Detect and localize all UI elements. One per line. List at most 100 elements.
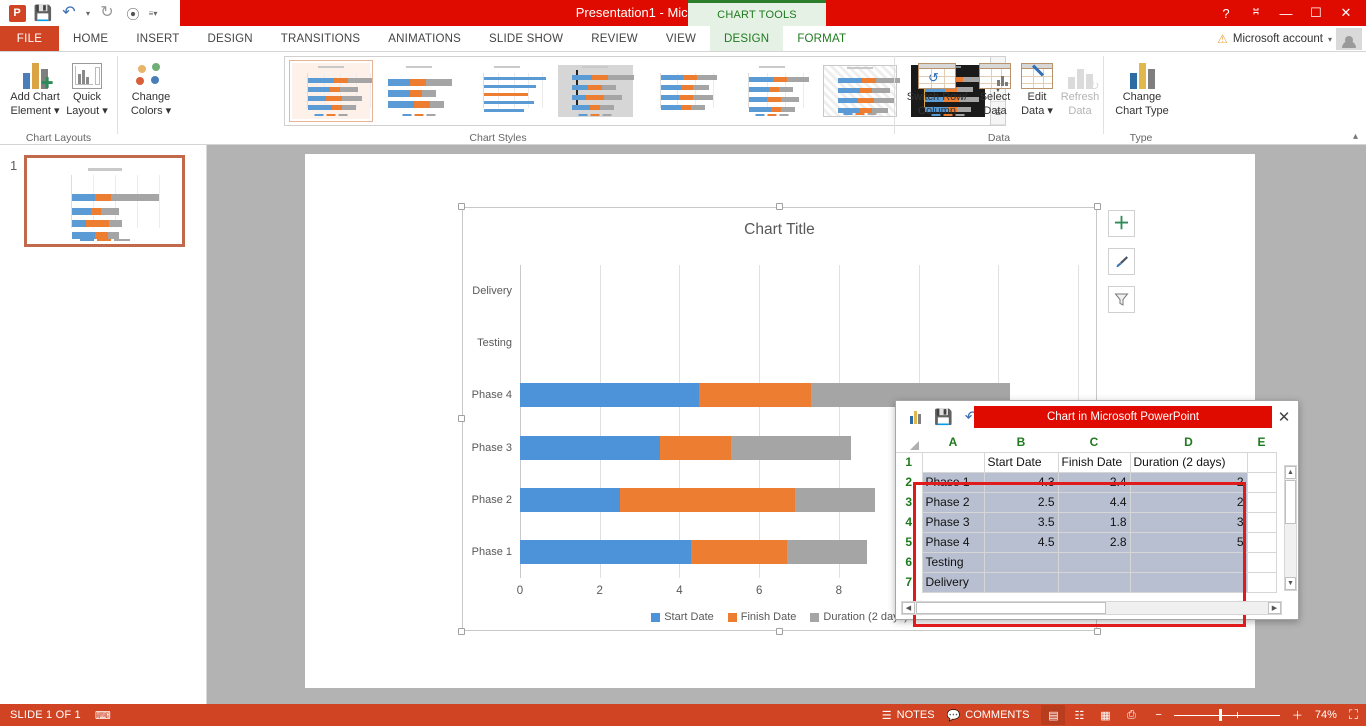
worksheet-cell[interactable]: Start Date xyxy=(983,451,1059,473)
chart-bar[interactable] xyxy=(520,539,867,564)
chart-bar-segment[interactable] xyxy=(619,487,795,512)
resize-handle-sw[interactable] xyxy=(458,628,465,635)
worksheet-cell[interactable]: Phase 3 xyxy=(921,511,985,533)
resize-handle-ne[interactable] xyxy=(1094,203,1101,210)
worksheet-cell[interactable]: 2.4 xyxy=(1057,471,1131,493)
resize-handle-s[interactable] xyxy=(775,628,783,635)
slide-show-button[interactable]: ⎙ xyxy=(1119,705,1143,725)
notes-button[interactable]: ☰ NOTES xyxy=(882,709,935,722)
chart-bar[interactable] xyxy=(520,487,875,512)
tab-view[interactable]: VIEW xyxy=(652,26,710,51)
change-chart-type-button[interactable]: Change Chart Type xyxy=(1108,55,1176,129)
worksheet-row-header[interactable]: 3 xyxy=(896,492,923,512)
tab-animations[interactable]: ANIMATIONS xyxy=(374,26,475,51)
worksheet-table[interactable]: A B C D E 1 Start Date Finish Date Duration (2 d… xyxy=(896,432,1277,593)
tab-chart-tools-format[interactable]: FORMAT xyxy=(783,26,860,51)
minimize-button[interactable]: — xyxy=(1272,2,1300,24)
worksheet-row[interactable]: 2 Phase 1 4.3 2.4 2 xyxy=(896,471,1277,493)
worksheet-column-header[interactable]: C xyxy=(1058,432,1130,453)
vertical-scroll-thumb[interactable] xyxy=(1285,480,1296,524)
worksheet-cell[interactable]: 2 xyxy=(1129,471,1248,493)
normal-view-button[interactable]: ▤ xyxy=(1041,705,1066,725)
worksheet-cell[interactable] xyxy=(1246,491,1277,513)
worksheet-cell[interactable]: 4.3 xyxy=(983,471,1059,493)
quick-layout-button[interactable]: Quick Layout ▾ xyxy=(58,55,116,129)
select-all-corner[interactable] xyxy=(896,432,922,453)
worksheet-column-header[interactable]: E xyxy=(1247,432,1276,453)
chart-elements-button[interactable]: ＋ xyxy=(1108,210,1135,237)
worksheet-cell[interactable] xyxy=(1246,531,1277,553)
chart-title[interactable]: Chart Title xyxy=(462,221,1097,239)
slide-thumbnail-1[interactable] xyxy=(24,155,185,247)
tab-transitions[interactable]: TRANSITIONS xyxy=(267,26,375,51)
chart-style-thumbnail-7[interactable] xyxy=(817,60,902,122)
worksheet-cell[interactable] xyxy=(1246,471,1277,493)
help-button[interactable]: ? xyxy=(1212,2,1240,24)
zoom-level-label[interactable]: 74% xyxy=(1315,709,1337,721)
chart-filters-button[interactable] xyxy=(1108,286,1135,313)
worksheet-row-header[interactable]: 1 xyxy=(896,452,923,472)
restore-button[interactable]: ☐ xyxy=(1302,2,1330,24)
worksheet-cell[interactable]: 4.5 xyxy=(983,531,1059,553)
change-colors-button[interactable]: Change Colors ▾ xyxy=(120,55,182,129)
customize-qat-icon[interactable]: ≡▾ xyxy=(146,2,160,24)
worksheet-cell[interactable]: Finish Date xyxy=(1057,451,1131,473)
worksheet-column-header[interactable]: D xyxy=(1130,432,1247,453)
chart-bar-segment[interactable] xyxy=(731,435,851,460)
chart-bar-segment[interactable] xyxy=(691,539,788,564)
worksheet-cell[interactable] xyxy=(1129,571,1248,593)
chart-legend-entry[interactable]: Finish Date xyxy=(727,611,796,623)
resize-handle-se[interactable] xyxy=(1094,628,1101,635)
zoom-in-button[interactable]: ＋ xyxy=(1292,707,1303,723)
worksheet-cell[interactable] xyxy=(1246,551,1277,573)
tab-file[interactable]: FILE xyxy=(0,26,59,51)
worksheet-cell[interactable]: Phase 4 xyxy=(921,531,985,553)
worksheet-cell[interactable]: 1.8 xyxy=(1057,511,1131,533)
worksheet-cell[interactable] xyxy=(1246,511,1277,533)
worksheet-vertical-scrollbar[interactable]: ▲ ▼ xyxy=(1284,465,1297,591)
comments-button[interactable]: 💬 COMMENTS xyxy=(947,709,1030,722)
scroll-up-button[interactable]: ▲ xyxy=(1285,466,1296,479)
worksheet-cell[interactable]: 2.5 xyxy=(983,491,1059,513)
chart-bar[interactable] xyxy=(520,435,851,460)
chart-style-thumbnail-4[interactable] xyxy=(553,60,638,122)
chart-bar-segment[interactable] xyxy=(520,487,620,512)
tab-slide-show[interactable]: SLIDE SHOW xyxy=(475,26,577,51)
chart-legend-entry[interactable]: Duration (2 days) xyxy=(810,611,908,623)
worksheet-cell[interactable]: Testing xyxy=(921,551,985,573)
chart-bar-segment[interactable] xyxy=(520,539,692,564)
start-slideshow-icon[interactable]: ⦿ xyxy=(120,2,146,24)
save-icon[interactable]: 💾 xyxy=(930,405,957,429)
chart-bar-segment[interactable] xyxy=(699,383,811,408)
worksheet-row[interactable]: 3 Phase 2 2.5 4.4 2 xyxy=(896,491,1277,513)
worksheet-cell[interactable]: 3 xyxy=(1129,511,1248,533)
chart-data-worksheet-window[interactable]: 💾 ↶ ▾ ↷ ▾ X Chart in Microsoft PowerPoin… xyxy=(895,400,1299,627)
worksheet-row-header[interactable]: 4 xyxy=(896,512,923,532)
avatar[interactable] xyxy=(1336,28,1362,50)
tab-chart-tools-design[interactable]: DESIGN xyxy=(710,26,784,51)
worksheet-cell[interactable] xyxy=(1129,551,1248,573)
tab-home[interactable]: HOME xyxy=(59,26,122,51)
worksheet-cell[interactable]: 4.4 xyxy=(1057,491,1131,513)
worksheet-cell[interactable] xyxy=(1057,571,1131,593)
undo-dropdown-icon[interactable]: ▾ xyxy=(82,2,94,24)
chart-bar-segment[interactable] xyxy=(520,435,660,460)
worksheet-row[interactable]: 7 Delivery xyxy=(896,571,1277,593)
tab-review[interactable]: REVIEW xyxy=(577,26,652,51)
select-data-button[interactable]: Select Data xyxy=(973,55,1017,129)
chart-bar-segment[interactable] xyxy=(520,383,700,408)
horizontal-scroll-thumb[interactable] xyxy=(916,602,1106,614)
worksheet-cell[interactable]: Duration (2 days) xyxy=(1129,451,1248,473)
worksheet-cell[interactable] xyxy=(1246,571,1277,593)
language-icon[interactable]: ⌨ xyxy=(95,709,111,722)
chart-style-thumbnail-3[interactable] xyxy=(465,60,550,122)
chart-bar-segment[interactable] xyxy=(659,435,732,460)
worksheet-cell[interactable] xyxy=(983,571,1059,593)
tab-insert[interactable]: INSERT xyxy=(122,26,193,51)
scroll-down-button[interactable]: ▼ xyxy=(1285,577,1296,590)
edit-data-button[interactable]: Edit Data ▾ xyxy=(1015,55,1059,129)
chart-style-thumbnail-2[interactable] xyxy=(377,60,462,122)
worksheet-row[interactable]: 5 Phase 4 4.5 2.8 5 xyxy=(896,531,1277,553)
worksheet-column-header[interactable]: B xyxy=(984,432,1058,453)
resize-handle-w[interactable] xyxy=(458,415,465,422)
